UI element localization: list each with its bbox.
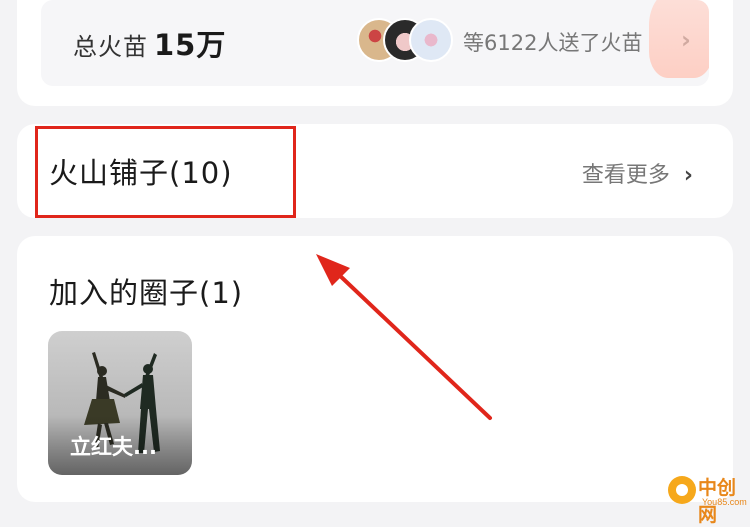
view-more-label: 查看更多 bbox=[581, 163, 670, 188]
total-fire-value: 15万 bbox=[154, 28, 227, 62]
watermark-logo-icon bbox=[668, 476, 696, 504]
chevron-right-icon: › bbox=[683, 163, 693, 188]
donor-avatars[interactable] bbox=[357, 18, 453, 64]
site-watermark: 中创网 You85.com bbox=[668, 470, 748, 526]
joined-circles-card: 加入的圈子(1) 立红夫... bbox=[17, 236, 733, 502]
total-fire-label-text: 总火苗 bbox=[73, 33, 148, 61]
circle-name: 立红夫... bbox=[70, 435, 157, 459]
avatar bbox=[409, 18, 453, 62]
donor-count-text[interactable]: 等6122人送了火苗 bbox=[463, 27, 642, 57]
total-fire-label: 总火苗 15万 bbox=[73, 22, 226, 64]
joined-circles-title: 加入的圈子(1) bbox=[49, 276, 244, 310]
circle-tile[interactable]: 立红夫... bbox=[48, 331, 192, 475]
view-more-link[interactable]: 查看更多 › bbox=[582, 157, 693, 189]
fire-card: 总火苗15万 等6122人送了火苗 › bbox=[17, 0, 733, 106]
flame-decoration bbox=[649, 0, 709, 78]
fire-panel[interactable]: 总火苗15万 等6122人送了火苗 › bbox=[41, 0, 709, 86]
watermark-subtext: You85.com bbox=[702, 497, 747, 507]
annotation-highlight-box bbox=[35, 126, 296, 218]
